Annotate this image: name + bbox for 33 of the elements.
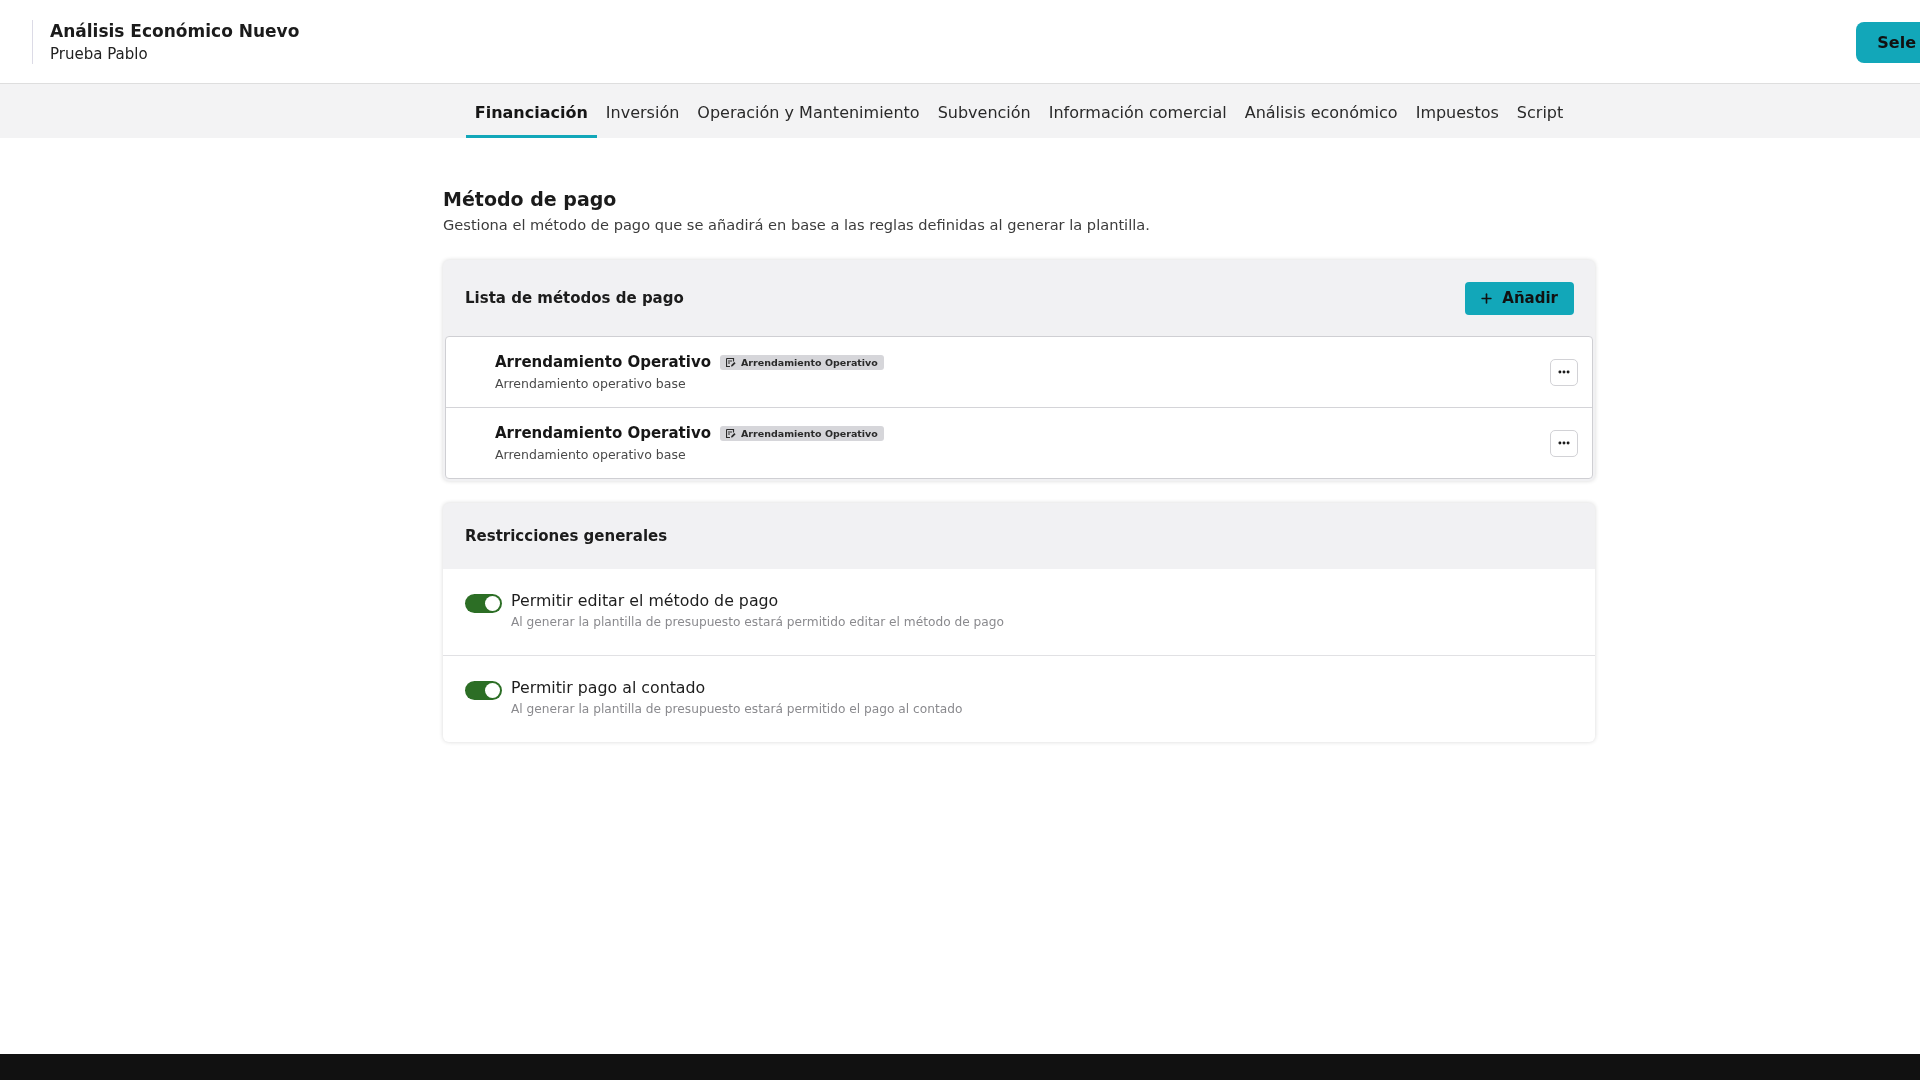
tag-label: Arrendamiento Operativo bbox=[741, 427, 878, 439]
note-edit-icon bbox=[726, 357, 736, 367]
payment-method-description: Arrendamiento operativo base bbox=[495, 447, 686, 462]
note-edit-icon bbox=[726, 428, 736, 438]
tab[interactable]: Subvención bbox=[928, 84, 1040, 138]
more-button[interactable] bbox=[1550, 358, 1578, 386]
section-description: Gestiona el método de pago que se añadirá en base a las reglas definidas al generar la plantilla. bbox=[443, 216, 1151, 233]
tab[interactable]: Impuestos bbox=[1406, 84, 1508, 138]
section-title: Método de pago bbox=[443, 188, 618, 210]
more-button[interactable] bbox=[1550, 429, 1578, 457]
payment-method-description: Arrendamiento operativo base bbox=[495, 376, 686, 391]
plus-icon bbox=[1479, 290, 1495, 306]
tab[interactable]: Información comercial bbox=[1039, 84, 1236, 138]
restriction-label: Permitir editar el método de pago bbox=[511, 591, 779, 610]
page-subtitle: Prueba Pablo bbox=[50, 44, 149, 63]
page-title: Análisis Económico Nuevo bbox=[50, 20, 301, 41]
restriction-description: Al generar la plantilla de presupuesto estará permitido editar el método de pago bbox=[511, 615, 1004, 629]
tab[interactable]: Financiación bbox=[465, 84, 597, 138]
toggle-switch[interactable] bbox=[465, 594, 502, 613]
payment-method-name: Arrendamiento Operativo bbox=[495, 353, 711, 371]
restriction-description: Al generar la plantilla de presupuesto estará permitido el pago al contado bbox=[511, 702, 963, 716]
tag-label: Arrendamiento Operativo bbox=[741, 356, 878, 368]
restriction-label: Permitir pago al contado bbox=[511, 678, 706, 697]
toggle-switch[interactable] bbox=[465, 681, 502, 700]
action-button[interactable]: Sele bbox=[1856, 21, 1920, 63]
tab[interactable]: Operación y Mantenimiento bbox=[688, 84, 929, 138]
add-button[interactable]: Añadir bbox=[1465, 281, 1574, 315]
card-title: Restricciones generales bbox=[465, 527, 668, 545]
payment-method-name: Arrendamiento Operativo bbox=[495, 424, 711, 442]
tab[interactable]: Script bbox=[1507, 84, 1573, 138]
tab[interactable]: Inversión bbox=[596, 84, 689, 138]
tab[interactable]: Análisis económico bbox=[1235, 84, 1407, 138]
card-title: Lista de métodos de pago bbox=[465, 289, 684, 307]
